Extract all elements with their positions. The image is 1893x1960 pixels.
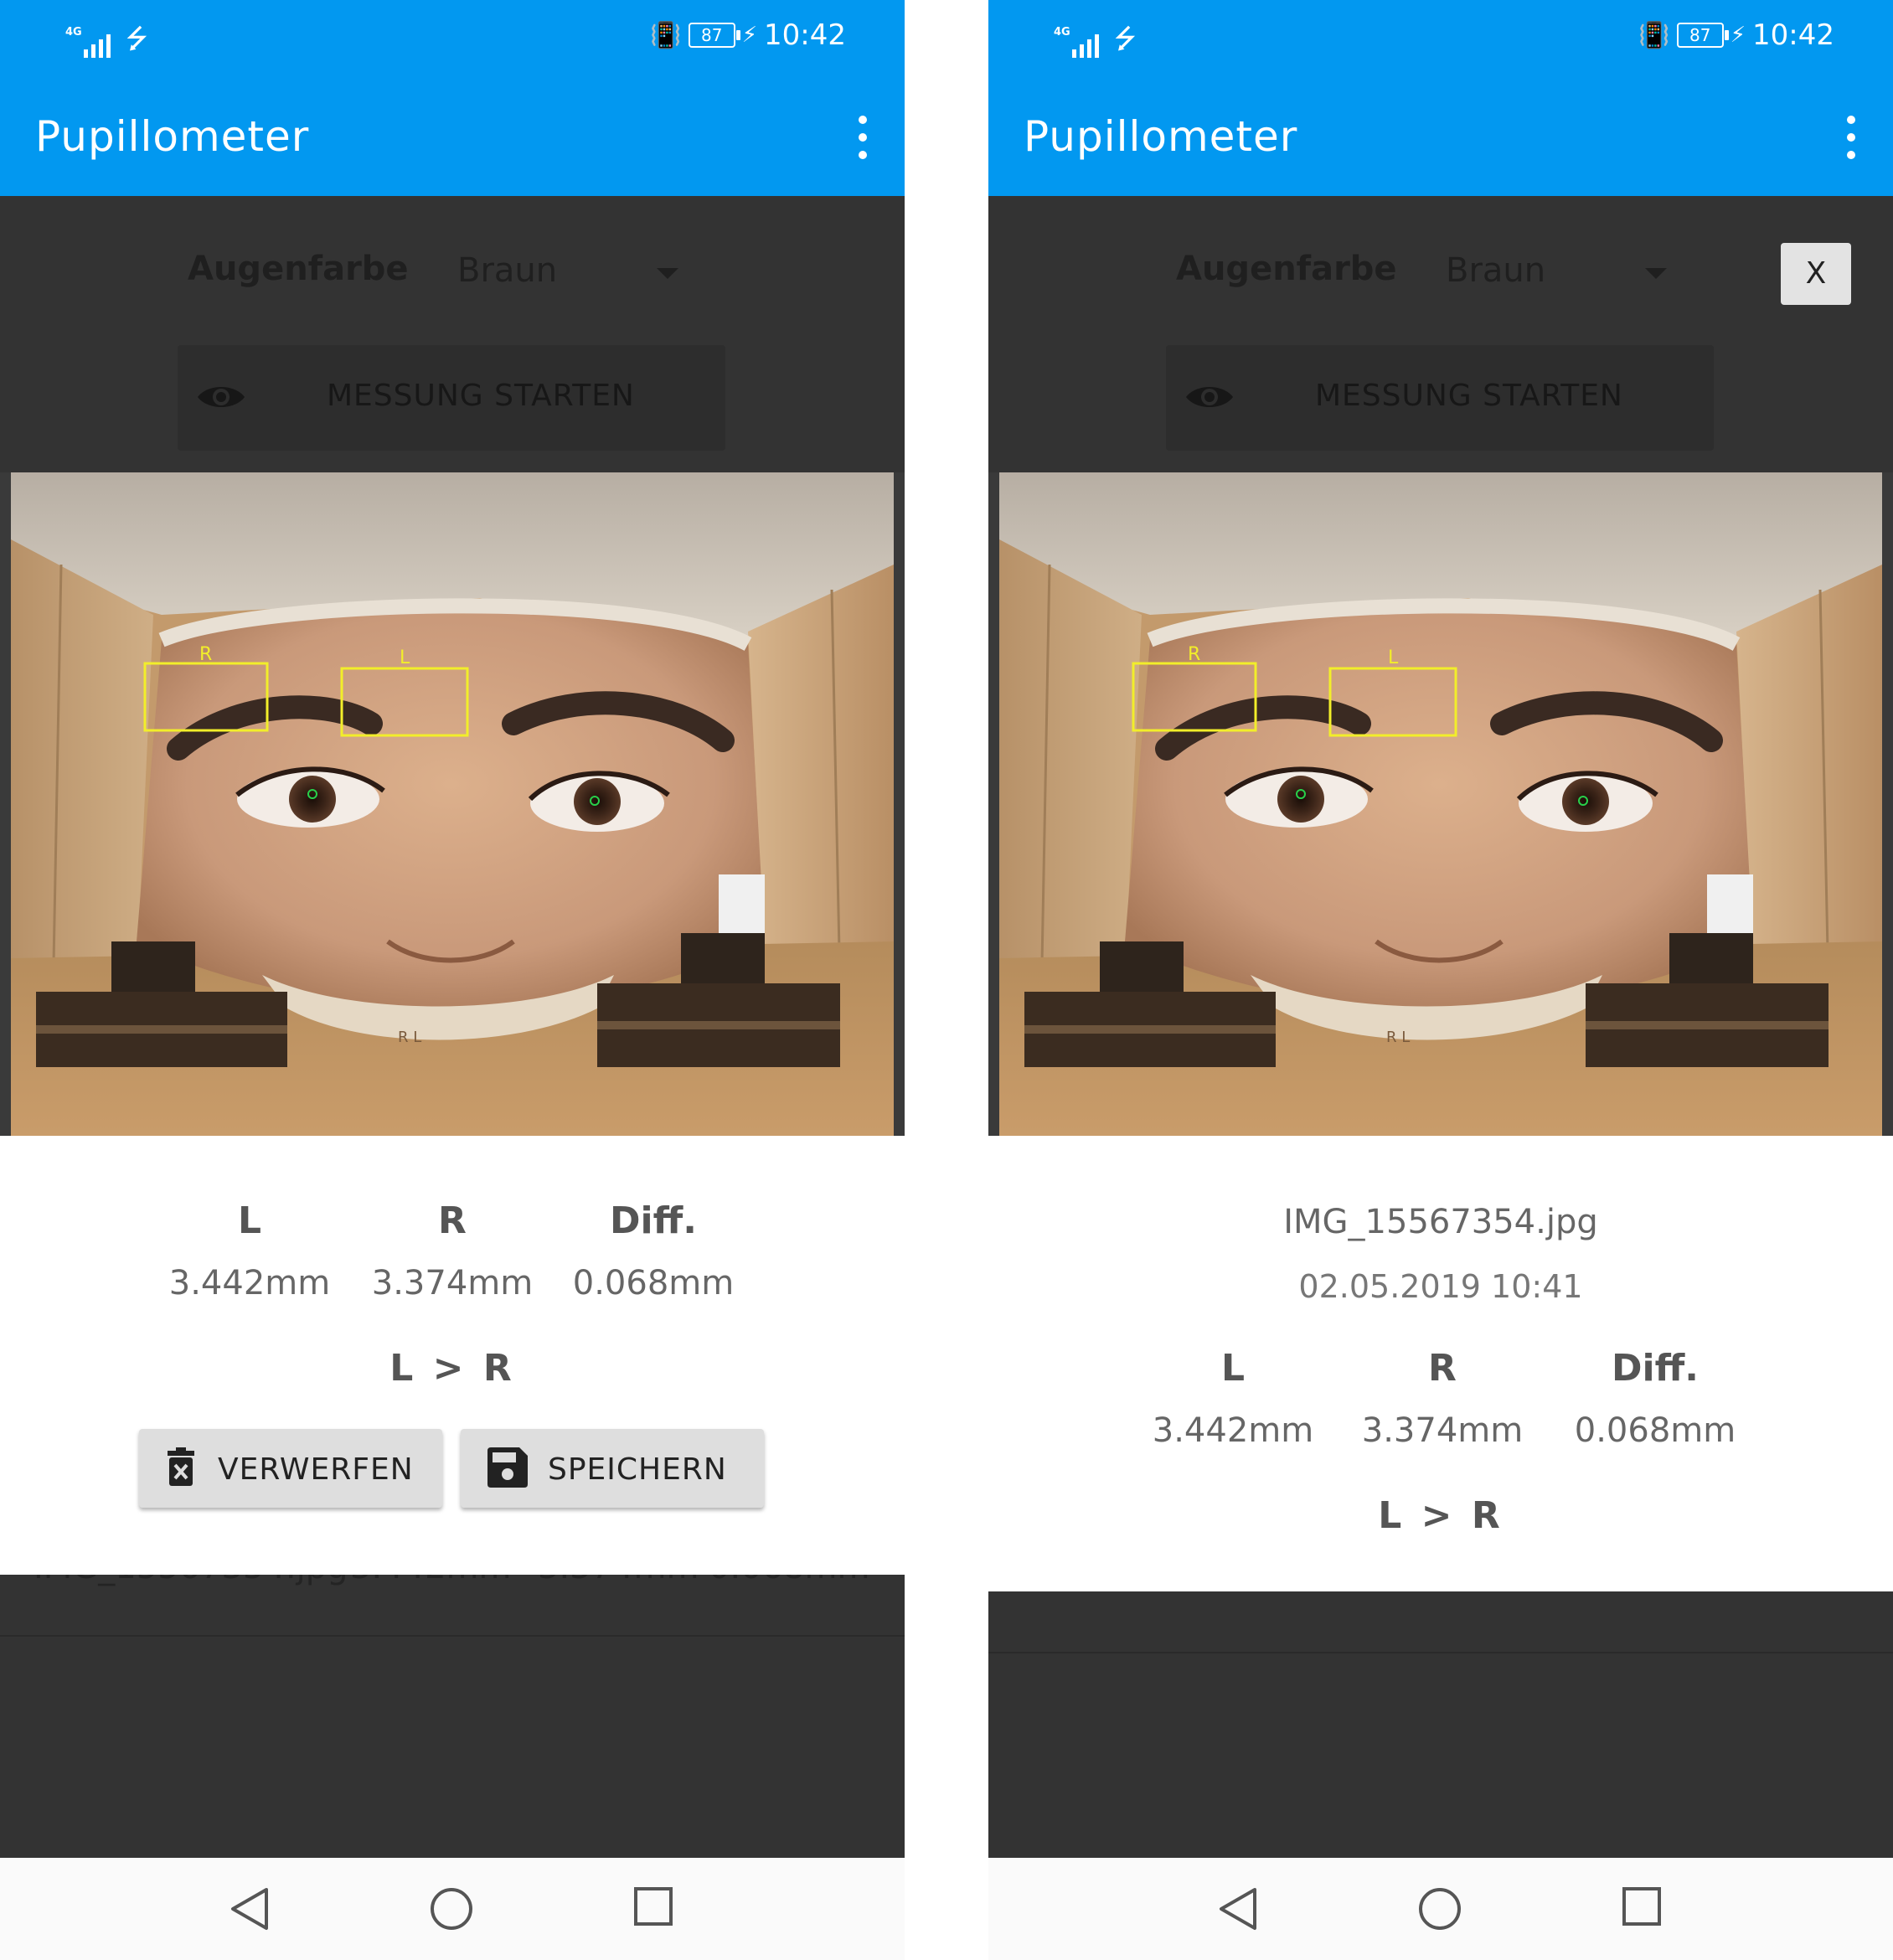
start-measurement-label: MESSUNG STARTEN	[1315, 379, 1623, 413]
controls-area: Augenfarbe Braun MESSUNG STARTEN	[0, 196, 905, 472]
eye-photo: R L R L	[999, 472, 1882, 1136]
vibrate-icon: 📳	[1638, 20, 1670, 50]
eye-color-dropdown[interactable]: Braun	[457, 251, 557, 290]
phone-screen-history-detail: 4G ⭍ 📳 87 ⚡ 10:42 Pupillometer Augenfarb…	[988, 0, 1893, 1960]
history-left: 3.442mm	[350, 1575, 511, 1586]
eye-color-dropdown[interactable]: Braun	[1446, 251, 1545, 290]
left-result: L 3.442mm	[1132, 1347, 1333, 1450]
result-card: L 3.442mm R 3.374mm Diff. 0.068mm L > R …	[0, 1136, 905, 1575]
app-title: Pupillometer	[35, 112, 310, 161]
back-triangle-icon[interactable]	[1216, 1886, 1260, 1932]
save-label: SPEICHERN	[548, 1452, 727, 1487]
history-detail-card: IMG_15567354.jpg 02.05.2019 10:41 L 3.44…	[988, 1136, 1893, 1591]
left-header: L	[1220, 1347, 1246, 1390]
recents-square-icon[interactable]	[1622, 1886, 1662, 1926]
discard-button[interactable]: VERWERFEN	[139, 1429, 442, 1508]
diff-result: Diff. 0.068mm	[1555, 1347, 1756, 1450]
discard-label: VERWERFEN	[218, 1452, 414, 1487]
back-triangle-icon[interactable]	[228, 1886, 271, 1932]
status-bar: 4G ⭍ 📳 87 ⚡ 10:42	[988, 0, 1893, 75]
left-value: 3.442mm	[168, 1264, 331, 1302]
recents-square-icon[interactable]	[633, 1886, 673, 1926]
usb-icon: ⭍	[126, 23, 148, 54]
battery-level: 87	[1689, 25, 1711, 45]
network-type: 4G	[65, 26, 82, 39]
status-bar: 4G ⭍ 📳 87 ⚡ 10:42	[0, 0, 905, 75]
history-row[interactable]	[988, 1591, 1893, 1653]
start-measurement-button[interactable]: MESSUNG STARTEN	[178, 345, 725, 451]
signal-icon: 4G	[1054, 26, 1099, 58]
right-eye-marker: R	[199, 644, 212, 665]
relation-label: L > R	[389, 1347, 515, 1390]
usb-icon: ⭍	[1114, 23, 1137, 54]
right-header: R	[1428, 1347, 1457, 1390]
home-circle-icon[interactable]	[429, 1886, 474, 1932]
trash-icon	[168, 1447, 194, 1486]
left-eye-marker: L	[1388, 647, 1399, 668]
clock: 10:42	[764, 18, 846, 52]
history-diff: 0.068mm	[709, 1575, 869, 1586]
eye-photo: R L R L	[11, 472, 894, 1136]
file-date: 02.05.2019 10:41	[1298, 1268, 1583, 1305]
overflow-menu-icon[interactable]	[1843, 116, 1859, 159]
right-header: R	[438, 1199, 467, 1242]
file-name: IMG_15567354.jpg	[1283, 1203, 1598, 1241]
left-value: 3.442mm	[1152, 1411, 1314, 1450]
app-title: Pupillometer	[1024, 112, 1298, 161]
vibrate-icon: 📳	[650, 20, 682, 50]
app-bar: Pupillometer	[988, 75, 1893, 196]
diff-header: Diff.	[610, 1199, 697, 1242]
left-eye-marker: L	[400, 647, 410, 668]
svg-text:R L: R L	[1386, 1029, 1410, 1046]
network-type: 4G	[1054, 26, 1070, 39]
diff-result: Diff. 0.068mm	[553, 1199, 754, 1302]
phone-screen-measurement: 4G ⭍ 📳 87 ⚡ 10:42 Pupillometer Augenfarb…	[0, 0, 905, 1960]
right-result: R 3.374mm	[352, 1199, 553, 1302]
battery-icon: 87	[688, 23, 740, 48]
signal-icon: 4G	[65, 26, 111, 58]
right-result: R 3.374mm	[1342, 1347, 1543, 1450]
eye-color-label: Augenfarbe	[1176, 250, 1397, 288]
history-file: IMG_15567354.jpg	[34, 1575, 348, 1586]
right-value: 3.374mm	[1361, 1411, 1524, 1450]
home-circle-icon[interactable]	[1417, 1886, 1462, 1932]
dropdown-arrow-icon[interactable]	[657, 268, 678, 279]
eye-color-label: Augenfarbe	[188, 250, 409, 288]
close-button[interactable]: X	[1781, 243, 1851, 305]
photo-frame: R L R L	[988, 472, 1893, 1136]
charging-icon: ⚡	[1730, 23, 1746, 48]
diff-header: Diff.	[1612, 1347, 1699, 1390]
photo-frame: R L R L	[0, 472, 905, 1136]
history-row[interactable]: IMG_15567354.jpg 3.442mm 3.374mm 0.068mm	[0, 1575, 905, 1637]
relation-label: L > R	[1378, 1494, 1504, 1537]
diff-value: 0.068mm	[1574, 1411, 1736, 1450]
controls-area: Augenfarbe Braun X MESSUNG STARTEN	[988, 196, 1893, 472]
right-eye-marker: R	[1188, 644, 1200, 665]
start-measurement-button[interactable]: MESSUNG STARTEN	[1166, 345, 1714, 451]
left-header: L	[237, 1199, 262, 1242]
clock: 10:42	[1752, 18, 1834, 52]
dropdown-arrow-icon[interactable]	[1645, 268, 1667, 279]
battery-icon: 87	[1676, 23, 1729, 48]
svg-text:R L: R L	[398, 1029, 421, 1046]
right-value: 3.374mm	[371, 1264, 534, 1302]
overflow-menu-icon[interactable]	[854, 116, 871, 159]
eye-icon	[1186, 387, 1233, 407]
app-bar: Pupillometer	[0, 75, 905, 196]
navigation-bar	[0, 1858, 905, 1960]
floppy-icon	[487, 1447, 528, 1488]
charging-icon: ⚡	[741, 23, 758, 48]
left-result: L 3.442mm	[149, 1199, 350, 1302]
navigation-bar	[988, 1858, 1893, 1960]
save-button[interactable]: SPEICHERN	[461, 1429, 764, 1508]
history-right: 3.374mm	[538, 1575, 699, 1586]
battery-level: 87	[701, 25, 723, 45]
start-measurement-label: MESSUNG STARTEN	[327, 379, 635, 413]
eye-icon	[198, 387, 245, 407]
diff-value: 0.068mm	[572, 1264, 735, 1302]
